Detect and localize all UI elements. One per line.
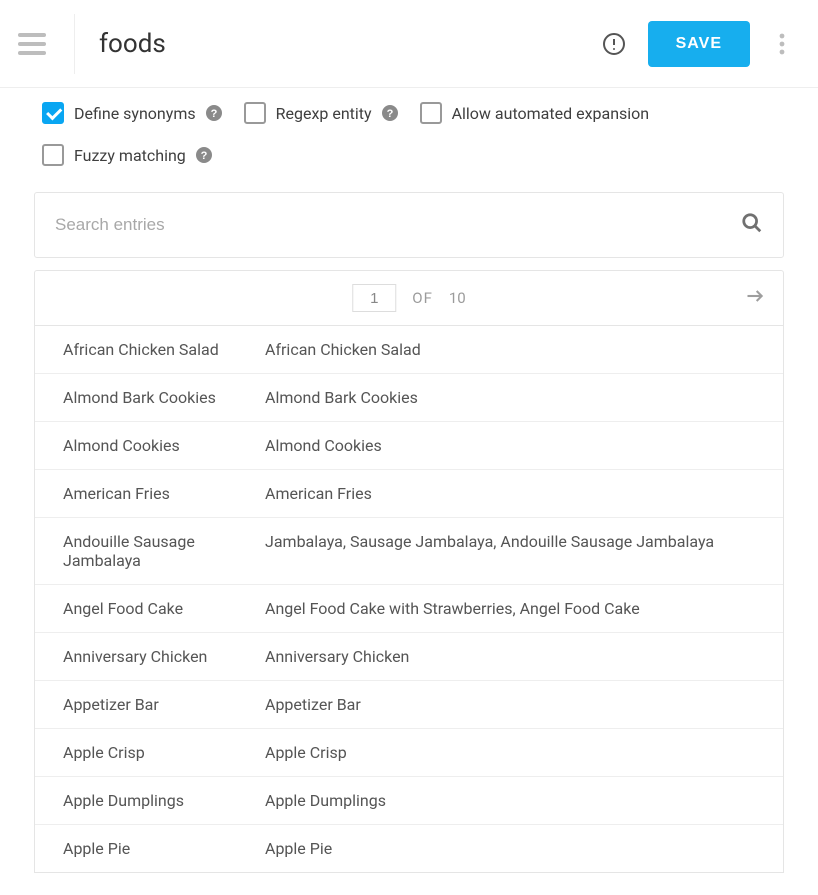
help-icon[interactable]: ? <box>196 147 212 163</box>
option-allow-expansion: Allow automated expansion <box>420 102 650 124</box>
label-define-synonyms: Define synonyms <box>74 104 196 123</box>
entry-term: Apple Pie <box>35 839 265 858</box>
table-row[interactable]: Andouille Sausage JambalayaJambalaya, Sa… <box>35 518 783 585</box>
entry-synonyms: Apple Dumplings <box>265 791 783 810</box>
table-row[interactable]: Apple CrispApple Crisp <box>35 729 783 777</box>
search-input[interactable] <box>55 215 741 235</box>
option-regexp-entity: Regexp entity ? <box>244 102 398 124</box>
entry-term: Angel Food Cake <box>35 599 265 618</box>
pager-controls: OF 10 <box>352 284 466 312</box>
search-icon[interactable] <box>741 212 763 238</box>
help-icon[interactable]: ? <box>382 105 398 121</box>
page-number-input[interactable] <box>352 284 396 312</box>
entry-synonyms: African Chicken Salad <box>265 340 783 359</box>
entry-synonyms: Angel Food Cake with Strawberries, Angel… <box>265 599 783 618</box>
entry-synonyms: American Fries <box>265 484 783 503</box>
table-row[interactable]: Almond CookiesAlmond Cookies <box>35 422 783 470</box>
table-row[interactable]: Angel Food CakeAngel Food Cake with Stra… <box>35 585 783 633</box>
entries-table: African Chicken SaladAfrican Chicken Sal… <box>34 326 784 873</box>
entry-term: African Chicken Salad <box>35 340 265 359</box>
entry-synonyms: Almond Bark Cookies <box>265 388 783 407</box>
label-allow-expansion: Allow automated expansion <box>452 104 650 123</box>
entry-synonyms: Apple Crisp <box>265 743 783 762</box>
table-row[interactable]: Anniversary ChickenAnniversary Chicken <box>35 633 783 681</box>
menu-button[interactable] <box>8 20 56 68</box>
entry-term: Andouille Sausage Jambalaya <box>35 532 265 570</box>
table-row[interactable]: Apple DumplingsApple Dumplings <box>35 777 783 825</box>
page-header: foods SAVE <box>0 0 818 88</box>
entity-options: Define synonyms ? Regexp entity ? Allow … <box>0 88 818 174</box>
option-define-synonyms: Define synonyms ? <box>42 102 222 124</box>
pager-of-label: OF <box>412 289 433 307</box>
checkbox-regexp-entity[interactable] <box>244 102 266 124</box>
entry-synonyms: Anniversary Chicken <box>265 647 783 666</box>
checkbox-define-synonyms[interactable] <box>42 102 64 124</box>
pager: OF 10 <box>34 270 784 326</box>
svg-text:?: ? <box>200 150 207 162</box>
option-fuzzy-matching: Fuzzy matching ? <box>42 144 212 166</box>
checkbox-allow-expansion[interactable] <box>420 102 442 124</box>
help-icon[interactable]: ? <box>206 105 222 121</box>
entry-synonyms: Apple Pie <box>265 839 783 858</box>
table-row[interactable]: Apple PieApple Pie <box>35 825 783 873</box>
entry-term: Almond Bark Cookies <box>35 388 265 407</box>
entry-synonyms: Almond Cookies <box>265 436 783 455</box>
entry-term: Apple Dumplings <box>35 791 265 810</box>
more-menu-button[interactable] <box>762 24 802 64</box>
entry-term: Apple Crisp <box>35 743 265 762</box>
save-button[interactable]: SAVE <box>648 21 750 67</box>
svg-text:?: ? <box>386 108 393 120</box>
table-row[interactable]: American FriesAmerican Fries <box>35 470 783 518</box>
header-divider <box>74 14 75 74</box>
entry-term: American Fries <box>35 484 265 503</box>
table-row[interactable]: Almond Bark CookiesAlmond Bark Cookies <box>35 374 783 422</box>
svg-text:?: ? <box>210 108 217 120</box>
entry-term: Appetizer Bar <box>35 695 265 714</box>
pager-total: 10 <box>449 289 466 307</box>
entry-term: Almond Cookies <box>35 436 265 455</box>
search-container <box>34 192 784 258</box>
entry-term: Anniversary Chicken <box>35 647 265 666</box>
label-regexp-entity: Regexp entity <box>276 104 372 123</box>
checkbox-fuzzy-matching[interactable] <box>42 144 64 166</box>
page-title: foods <box>99 29 602 59</box>
entry-synonyms: Jambalaya, Sausage Jambalaya, Andouille … <box>265 532 783 570</box>
alert-icon[interactable] <box>602 32 626 56</box>
table-row[interactable]: African Chicken SaladAfrican Chicken Sal… <box>35 326 783 374</box>
table-row[interactable]: Appetizer BarAppetizer Bar <box>35 681 783 729</box>
pager-next-button[interactable] <box>745 286 765 310</box>
label-fuzzy-matching: Fuzzy matching <box>74 146 186 165</box>
entry-synonyms: Appetizer Bar <box>265 695 783 714</box>
